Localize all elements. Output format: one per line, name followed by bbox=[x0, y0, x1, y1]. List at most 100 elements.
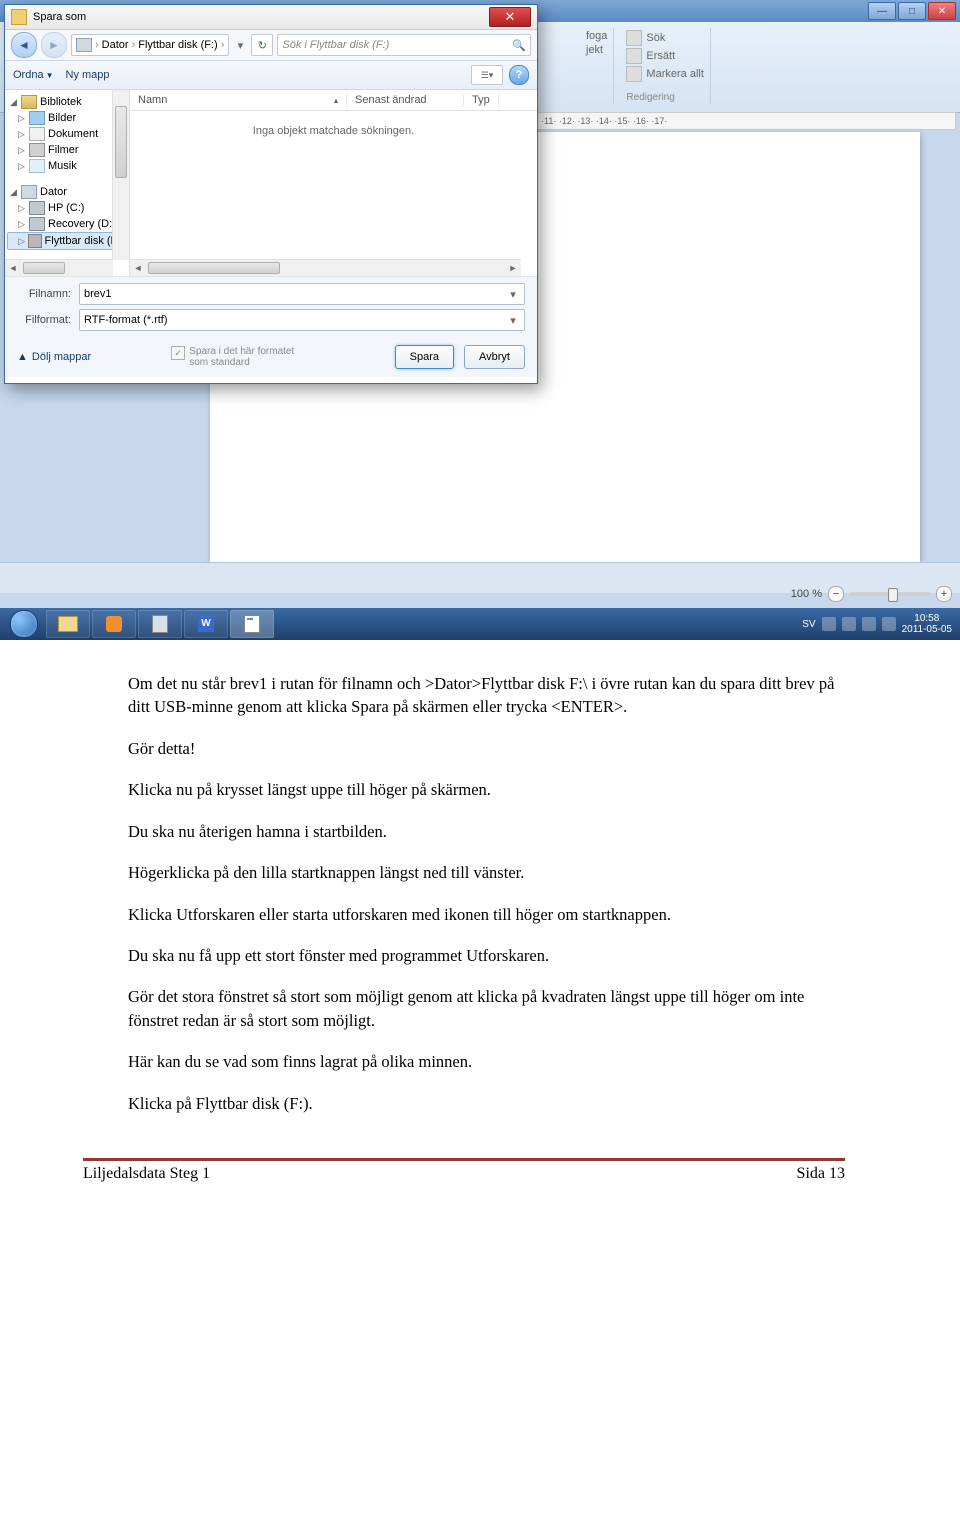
help-button[interactable]: ? bbox=[509, 65, 529, 85]
ribbon-item-replace[interactable]: Ersätt bbox=[626, 48, 703, 64]
tray-chevron-icon[interactable] bbox=[822, 617, 836, 631]
hdd-icon bbox=[29, 217, 45, 231]
empty-list-message: Inga objekt matchade sökningen. bbox=[130, 111, 537, 137]
cancel-button[interactable]: Avbryt bbox=[464, 345, 525, 369]
breadcrumb-sep-icon: › bbox=[95, 39, 99, 51]
dialog-toolbar: Ordna▼ Ny mapp ☰▾ ? bbox=[5, 61, 537, 90]
filelist-horizontal-scrollbar[interactable]: ◄ ► bbox=[130, 259, 521, 276]
breadcrumb-seg-dator[interactable]: Dator bbox=[102, 39, 129, 51]
doc-paragraph: Här kan du se vad som finns lagrat på ol… bbox=[128, 1050, 845, 1073]
format-label: Filformat: bbox=[17, 314, 71, 326]
music-icon bbox=[29, 159, 45, 173]
format-select[interactable]: RTF-format (*.rtf)▾ bbox=[79, 309, 525, 331]
scroll-left-icon[interactable]: ◄ bbox=[130, 261, 146, 275]
expand-icon[interactable]: ▷ bbox=[17, 146, 26, 155]
document-body: Om det nu står brev1 i rutan för filnamn… bbox=[0, 640, 960, 1143]
tree-item-drive-f[interactable]: ▷Flyttbar disk (F:) bbox=[7, 232, 127, 250]
system-tray: SV 10:58 2011-05-05 bbox=[802, 613, 956, 635]
tray-language[interactable]: SV bbox=[802, 619, 815, 630]
taskbar-wordpad-icon[interactable] bbox=[230, 610, 274, 638]
refresh-button[interactable]: ↻ bbox=[251, 34, 273, 56]
search-icon bbox=[626, 30, 642, 46]
bg-restore-button[interactable]: □ bbox=[898, 2, 926, 20]
zoom-out-button[interactable]: − bbox=[828, 586, 844, 602]
tree-item-pictures[interactable]: ▷Bilder bbox=[7, 110, 127, 126]
dialog-app-icon bbox=[11, 9, 27, 25]
zoom-slider-thumb[interactable] bbox=[888, 588, 898, 602]
default-format-checkbox[interactable]: ✓ Spara i det här formatet som standard bbox=[171, 346, 384, 368]
view-options-button[interactable]: ☰▾ bbox=[471, 65, 503, 85]
breadcrumb-seg-flyttbar[interactable]: Flyttbar disk (F:) bbox=[138, 39, 217, 51]
new-folder-button[interactable]: Ny mapp bbox=[66, 69, 110, 81]
expand-icon[interactable]: ▷ bbox=[17, 130, 26, 139]
col-header-name[interactable]: Namn▴ bbox=[130, 94, 347, 106]
ribbon-group-label: Redigering bbox=[626, 92, 674, 103]
taskbar-media-icon[interactable] bbox=[92, 610, 136, 638]
organize-menu[interactable]: Ordna▼ bbox=[13, 69, 54, 81]
doc-paragraph: Du ska nu få upp ett stort fönster med p… bbox=[128, 944, 845, 967]
nav-back-button[interactable]: ◄ bbox=[11, 32, 37, 58]
dialog-title-text: Spara som bbox=[33, 11, 86, 23]
ribbon-item-selectall[interactable]: Markera allt bbox=[626, 66, 703, 82]
chevron-down-icon[interactable]: ▾ bbox=[506, 288, 520, 301]
bg-close-button[interactable]: ✕ bbox=[928, 2, 956, 20]
doc-paragraph: Klicka nu på krysset längst uppe till hö… bbox=[128, 778, 845, 801]
bg-minimize-button[interactable]: — bbox=[868, 2, 896, 20]
doc-paragraph: Du ska nu återigen hamna i startbilden. bbox=[128, 820, 845, 843]
dialog-button-bar: ▲Dölj mappar ✓ Spara i det här formatet … bbox=[5, 341, 537, 377]
tray-action-center-icon[interactable] bbox=[842, 617, 856, 631]
tray-date: 2011-05-05 bbox=[902, 624, 952, 635]
tree-item-libraries[interactable]: ◢Bibliotek bbox=[7, 94, 127, 110]
checkbox-icon[interactable]: ✓ bbox=[171, 346, 185, 360]
chevron-down-icon[interactable]: ▾ bbox=[506, 314, 520, 327]
folder-tree: ◢Bibliotek ▷Bilder ▷Dokument ▷Filmer ▷Mu… bbox=[5, 90, 130, 276]
expand-icon[interactable]: ▷ bbox=[17, 220, 26, 229]
tree-item-videos[interactable]: ▷Filmer bbox=[7, 142, 127, 158]
tree-item-drive-c[interactable]: ▷HP (C:) bbox=[7, 200, 127, 216]
collapse-icon[interactable]: ◢ bbox=[9, 98, 18, 107]
breadcrumb[interactable]: › Dator › Flyttbar disk (F:) › bbox=[71, 34, 229, 56]
nav-forward-button[interactable]: ► bbox=[41, 32, 67, 58]
start-button[interactable] bbox=[4, 610, 44, 638]
ribbon-group-editing: foga jekt Sök Ersätt Markera allt Redige… bbox=[580, 28, 950, 104]
filename-label: Filnamn: bbox=[17, 288, 71, 300]
expand-icon[interactable]: ▷ bbox=[17, 162, 26, 171]
breadcrumb-history-dropdown[interactable]: ▾ bbox=[233, 39, 247, 52]
taskbar-explorer-icon[interactable] bbox=[46, 610, 90, 638]
doc-paragraph: Högerklicka på den lilla startknappen lä… bbox=[128, 861, 845, 884]
tree-item-drive-d[interactable]: ▷Recovery (D:) bbox=[7, 216, 127, 232]
col-header-type[interactable]: Typ bbox=[464, 94, 499, 106]
tree-item-computer[interactable]: ◢Dator bbox=[7, 184, 127, 200]
usb-drive-icon bbox=[28, 234, 41, 248]
tree-item-documents[interactable]: ▷Dokument bbox=[7, 126, 127, 142]
tree-vertical-scrollbar[interactable] bbox=[112, 90, 129, 260]
dialog-close-button[interactable]: ✕ bbox=[489, 7, 531, 27]
expand-icon[interactable]: ▷ bbox=[17, 204, 26, 213]
zoom-slider[interactable] bbox=[850, 592, 930, 596]
expand-icon[interactable]: ▷ bbox=[17, 114, 26, 123]
ribbon-item-search[interactable]: Sök bbox=[626, 30, 703, 46]
tray-clock[interactable]: 10:58 2011-05-05 bbox=[902, 613, 952, 635]
filename-input[interactable]: brev1▾ bbox=[79, 283, 525, 305]
breadcrumb-sep-icon: › bbox=[221, 39, 225, 51]
collapse-icon[interactable]: ◢ bbox=[9, 188, 18, 197]
computer-icon bbox=[21, 185, 37, 199]
ribbon-item-foga[interactable]: foga bbox=[586, 30, 607, 42]
scroll-left-icon[interactable]: ◄ bbox=[5, 261, 21, 275]
ribbon-item-jekt[interactable]: jekt bbox=[586, 44, 607, 56]
hide-folders-link[interactable]: ▲Dölj mappar bbox=[17, 351, 91, 363]
search-input[interactable]: Sök i Flyttbar disk (F:) 🔍 bbox=[277, 34, 531, 56]
taskbar-calc-icon[interactable] bbox=[138, 610, 182, 638]
doc-paragraph: Klicka Utforskaren eller starta utforska… bbox=[128, 903, 845, 926]
col-header-date[interactable]: Senast ändrad bbox=[347, 94, 464, 106]
expand-icon[interactable]: ▷ bbox=[18, 237, 25, 246]
tray-network-icon[interactable] bbox=[862, 617, 876, 631]
tray-volume-icon[interactable] bbox=[882, 617, 896, 631]
tree-horizontal-scrollbar[interactable]: ◄ bbox=[5, 259, 113, 276]
zoom-in-button[interactable]: + bbox=[936, 586, 952, 602]
tree-item-music[interactable]: ▷Musik bbox=[7, 158, 127, 174]
taskbar-word-icon[interactable]: W bbox=[184, 610, 228, 638]
save-button[interactable]: Spara bbox=[395, 345, 454, 369]
search-placeholder: Sök i Flyttbar disk (F:) bbox=[282, 39, 389, 51]
scroll-right-icon[interactable]: ► bbox=[505, 261, 521, 275]
